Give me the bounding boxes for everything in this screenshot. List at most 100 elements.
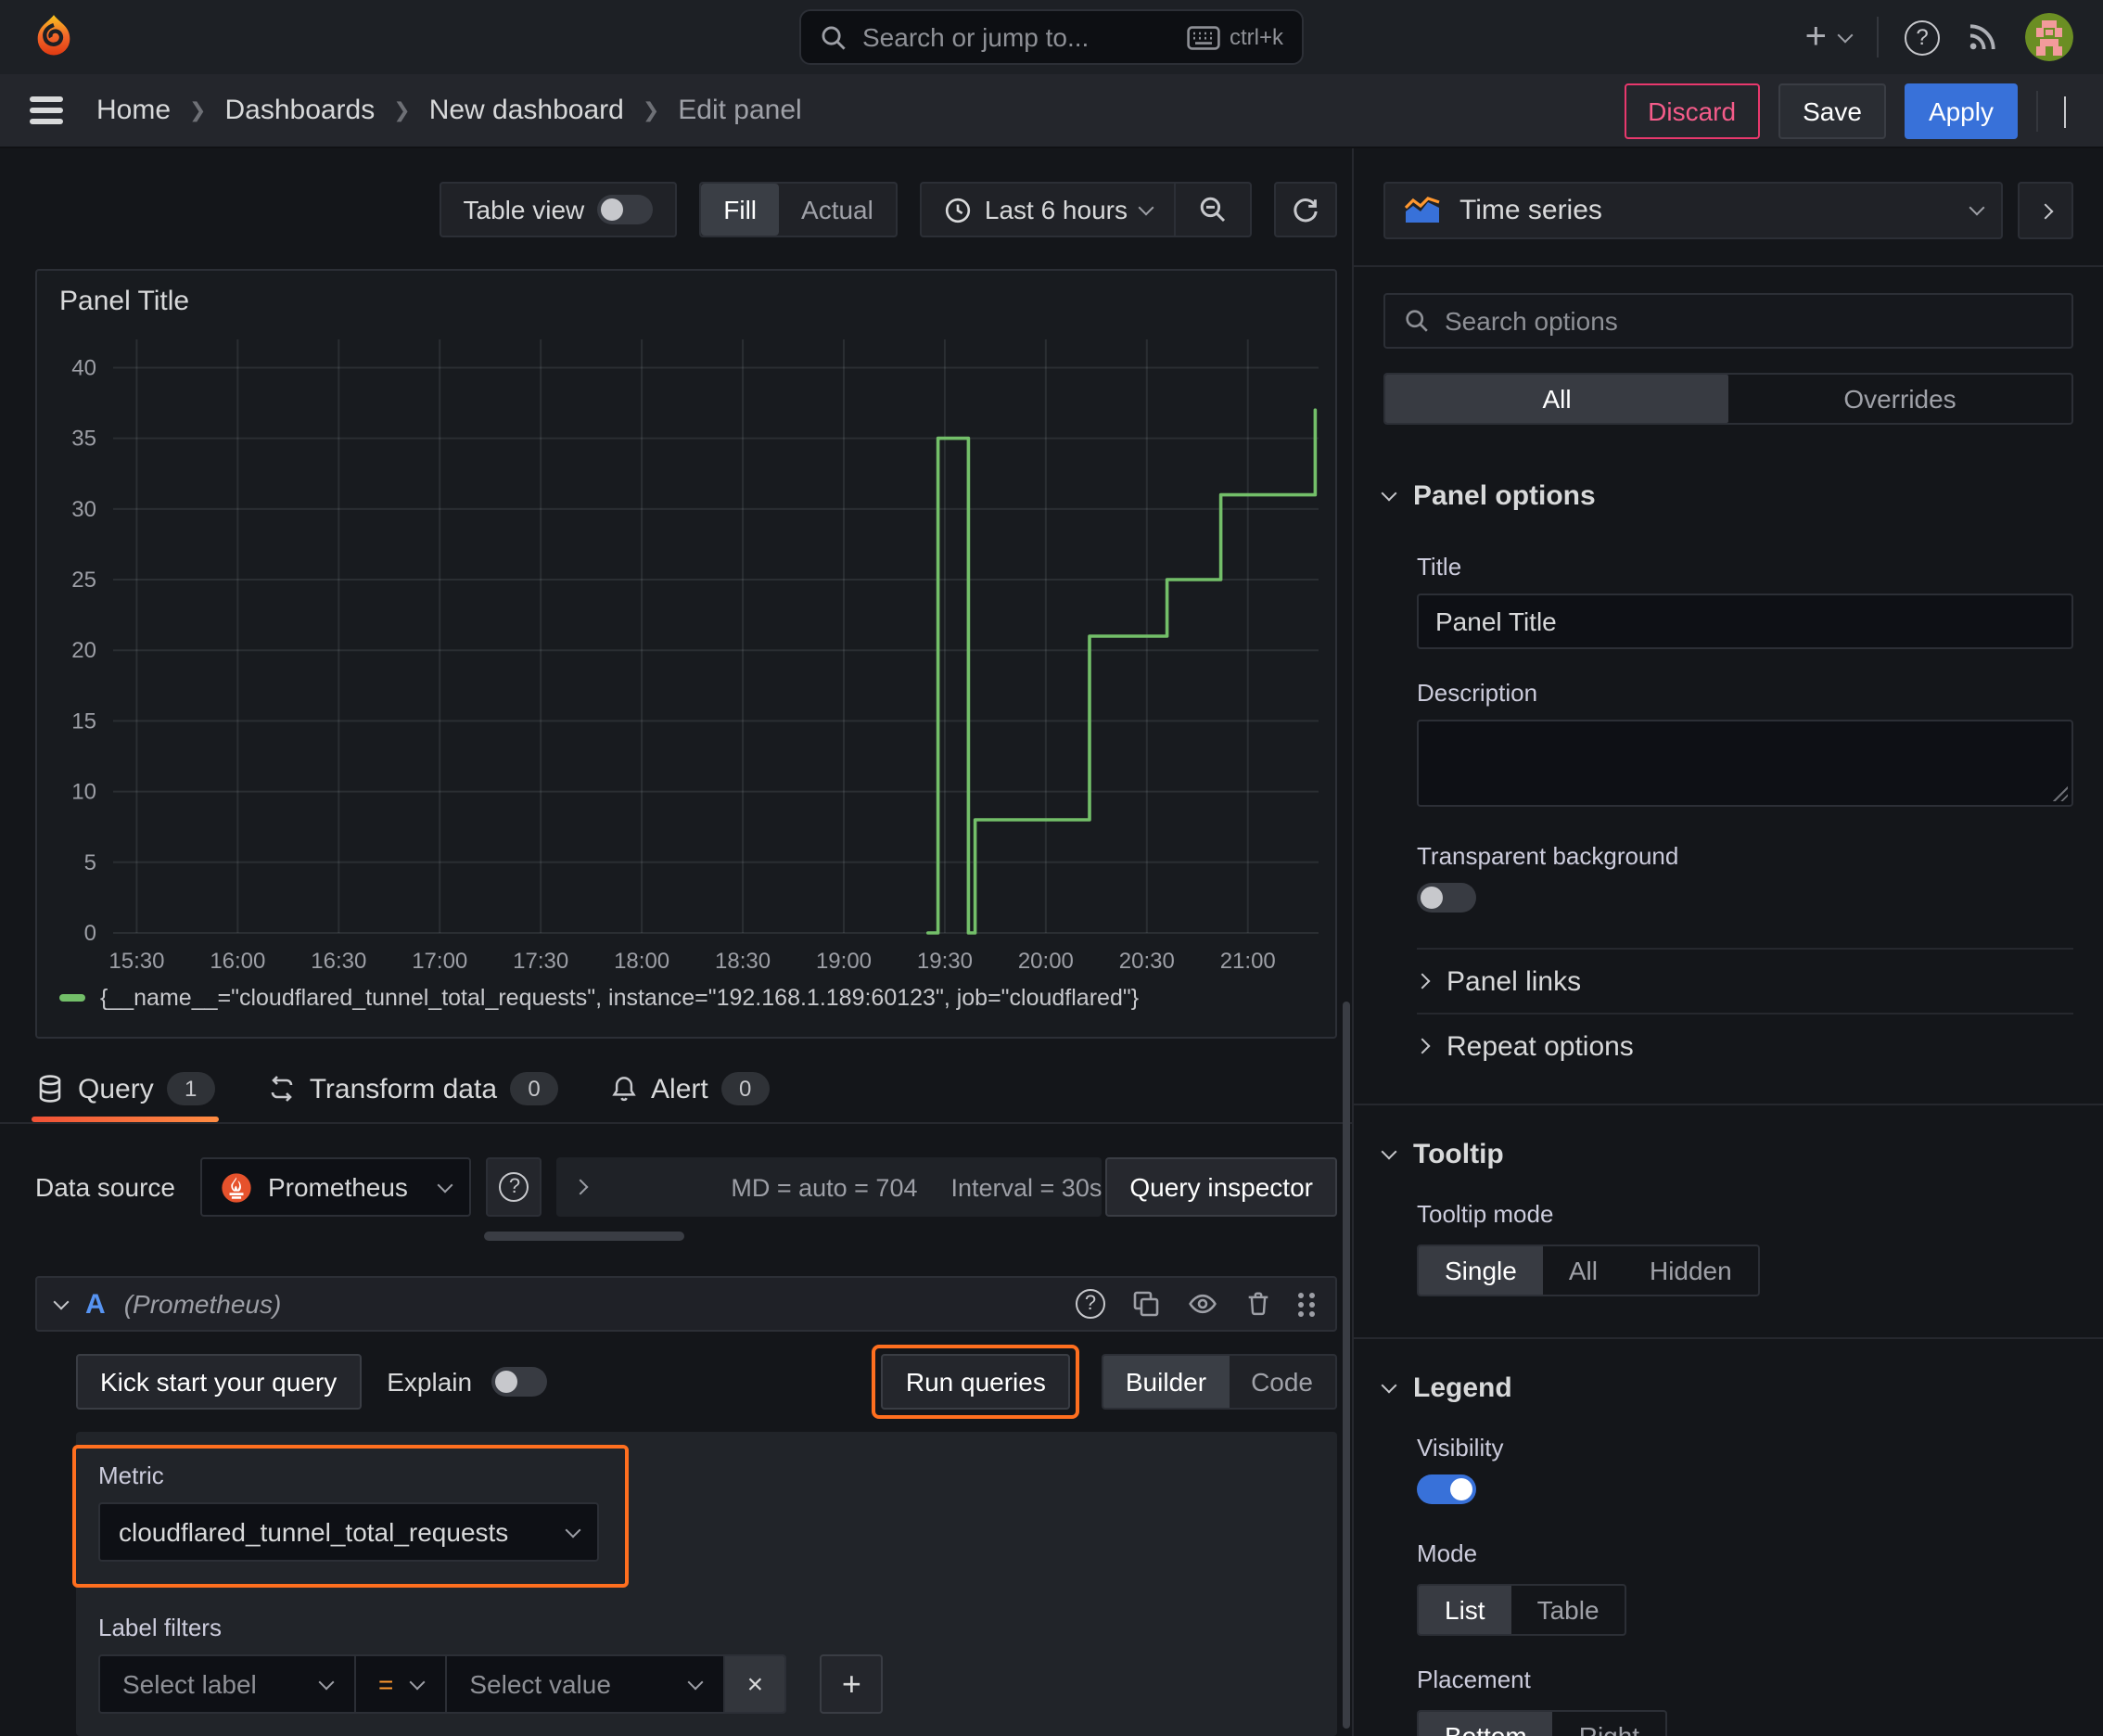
chart-legend[interactable]: {__name__="cloudflared_tunnel_total_requ… <box>37 981 1335 1015</box>
datasource-picker[interactable]: Prometheus <box>200 1157 472 1218</box>
options-pane: Time series All Overrides Panel options <box>1352 148 2103 1736</box>
kick-start-query-button[interactable]: Kick start your query <box>76 1354 362 1410</box>
panel-title-input[interactable] <box>1417 594 2073 649</box>
fill-actual-group: Fill Actual <box>699 182 898 237</box>
query-help-icon[interactable]: ? <box>1076 1289 1105 1320</box>
operator-value: = <box>378 1669 394 1699</box>
table-view-toggle[interactable]: Table view <box>441 184 676 236</box>
discard-button[interactable]: Discard <box>1624 83 1761 138</box>
section-panel-options[interactable]: Panel options <box>1354 447 2103 523</box>
repeat-options-section[interactable]: Repeat options <box>1414 1015 2073 1078</box>
operator-dropdown[interactable]: = <box>356 1656 448 1712</box>
label-filters-label: Label filters <box>98 1614 222 1641</box>
time-range-group: Last 6 hours <box>919 182 1252 237</box>
metric-annotation: Metric cloudflared_tunnel_total_requests <box>72 1445 629 1588</box>
breadcrumb-home[interactable]: Home <box>96 95 171 126</box>
tab-alert-count: 0 <box>720 1072 770 1106</box>
query-row-header[interactable]: A (Prometheus) ? <box>35 1276 1337 1332</box>
zoom-out-icon <box>1200 197 1226 223</box>
svg-text:16:30: 16:30 <box>311 949 366 974</box>
time-series-panel[interactable]: Panel Title 0 5 10 15 20 25 30 35 40 15:30 16:00 16… <box>35 269 1337 1040</box>
fill-option[interactable]: Fill <box>701 184 780 236</box>
breadcrumb-dashboards[interactable]: Dashboards <box>224 95 375 126</box>
collapse-options-button[interactable] <box>2057 88 2073 133</box>
options-search[interactable] <box>1383 293 2073 349</box>
builder-option[interactable]: Builder <box>1102 1356 1230 1408</box>
user-avatar[interactable] <box>2025 13 2073 61</box>
code-option[interactable]: Code <box>1229 1356 1335 1408</box>
duplicate-query-icon[interactable] <box>1131 1289 1161 1319</box>
horizontal-scrollbar[interactable] <box>484 1232 684 1241</box>
legend-mode-list[interactable]: List <box>1419 1586 1511 1634</box>
select-label-dropdown[interactable]: Select label <box>100 1656 356 1712</box>
menu-toggle-icon[interactable] <box>30 96 63 124</box>
legend-placement-bottom[interactable]: Bottom <box>1419 1712 1553 1736</box>
tab-alert[interactable]: Alert 0 <box>610 1072 770 1122</box>
time-range-picker[interactable]: Last 6 hours <box>922 184 1174 236</box>
clock-icon <box>945 197 971 223</box>
search-icon <box>1406 310 1428 332</box>
actual-option[interactable]: Actual <box>779 184 896 236</box>
news-rss-button[interactable] <box>1966 20 1999 54</box>
editor-tabs: Query 1 Transform data 0 Alert 0 <box>0 1046 1352 1125</box>
delete-query-icon[interactable] <box>1244 1289 1272 1319</box>
query-builder-body: Metric cloudflared_tunnel_total_requests… <box>72 1432 1337 1736</box>
grafana-logo-icon[interactable] <box>30 13 78 61</box>
panel-links-section[interactable]: Panel links <box>1414 950 2073 1013</box>
legend-swatch <box>59 994 85 1002</box>
save-button[interactable]: Save <box>1778 83 1886 138</box>
vertical-scrollbar[interactable] <box>1343 1002 1350 1729</box>
legend-mode-table[interactable]: Table <box>1511 1586 1625 1634</box>
grafana-app: ctrl+k + ? <box>0 0 2103 1736</box>
tooltip-mode-hidden[interactable]: Hidden <box>1624 1246 1758 1295</box>
drag-handle-icon[interactable] <box>1298 1291 1317 1317</box>
svg-text:15:30: 15:30 <box>108 949 164 974</box>
query-options-bar[interactable]: MD = auto = 704 Interval = 30s <box>556 1157 1102 1218</box>
global-search-input[interactable] <box>862 22 1172 52</box>
label-filter-row: Select label = Select value × + <box>98 1654 1315 1714</box>
options-search-input[interactable] <box>1445 306 2053 336</box>
hide-query-icon[interactable] <box>1187 1289 1218 1319</box>
apply-button[interactable]: Apply <box>1904 83 2018 138</box>
zoom-out-button[interactable] <box>1176 184 1250 236</box>
global-search[interactable]: ctrl+k <box>799 9 1304 65</box>
chevron-down-icon <box>1969 199 1985 216</box>
breadcrumb-new-dashboard[interactable]: New dashboard <box>429 95 624 126</box>
help-button[interactable]: ? <box>1905 19 1940 55</box>
section-legend[interactable]: Legend <box>1354 1339 2103 1415</box>
tab-all-options[interactable]: All <box>1385 375 1728 423</box>
legend-visibility-switch[interactable] <box>1417 1474 1476 1504</box>
remove-filter-button[interactable]: × <box>725 1656 785 1712</box>
metric-select[interactable]: cloudflared_tunnel_total_requests <box>98 1502 599 1562</box>
legend-placement-right[interactable]: Right <box>1553 1712 1665 1736</box>
datasource-label: Data source <box>35 1172 175 1203</box>
svg-text:17:00: 17:00 <box>412 949 467 974</box>
toggle-viz-picker-button[interactable] <box>2018 182 2073 239</box>
transparent-bg-switch[interactable] <box>1417 883 1476 913</box>
legend-series-label: {__name__="cloudflared_tunnel_total_requ… <box>100 985 1140 1011</box>
query-inspector-button[interactable]: Query inspector <box>1105 1157 1337 1218</box>
panel-description-textarea[interactable] <box>1417 720 2073 807</box>
tab-overrides[interactable]: Overrides <box>1728 375 2071 423</box>
collapse-query-icon[interactable] <box>53 1293 70 1309</box>
refresh-button[interactable] <box>1274 182 1337 237</box>
visualization-picker[interactable]: Time series <box>1383 182 2003 239</box>
tab-query-count: 1 <box>166 1072 215 1106</box>
run-queries-button[interactable]: Run queries <box>881 1354 1070 1410</box>
section-tooltip[interactable]: Tooltip <box>1354 1105 2103 1181</box>
datasource-help-button[interactable]: ? <box>486 1157 542 1218</box>
tab-query[interactable]: Query 1 <box>32 1072 219 1123</box>
tooltip-mode-all[interactable]: All <box>1543 1246 1624 1295</box>
add-new-button[interactable]: + <box>1805 16 1854 58</box>
tab-transform-data[interactable]: Transform data 0 <box>267 1072 559 1122</box>
explain-switch[interactable] <box>491 1367 547 1397</box>
add-filter-button[interactable]: + <box>820 1654 884 1714</box>
svg-text:17:30: 17:30 <box>513 949 568 974</box>
edit-pane: Table view Fill Actual Last 6 hours Pane… <box>0 148 1352 1736</box>
table-view-switch[interactable] <box>597 195 654 224</box>
legend-mode-group: List Table <box>1417 1584 1627 1636</box>
table-view-toggle-group: Table view <box>439 182 678 237</box>
tooltip-mode-single[interactable]: Single <box>1419 1246 1543 1295</box>
resize-handle-icon[interactable] <box>2051 785 2068 801</box>
select-value-dropdown[interactable]: Select value <box>447 1656 726 1712</box>
